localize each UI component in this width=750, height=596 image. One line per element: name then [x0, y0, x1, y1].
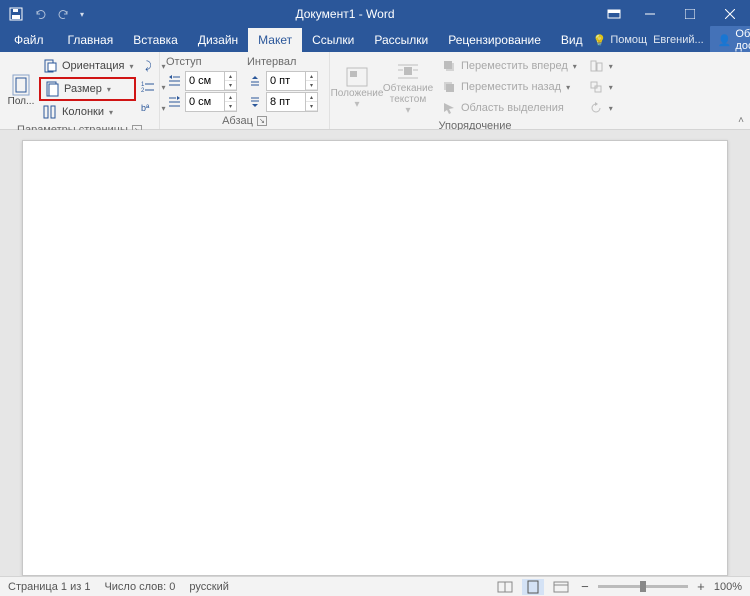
share-button[interactable]: 👤Общий доступ	[710, 26, 750, 54]
svg-text:2: 2	[141, 88, 145, 94]
ribbon-display-icon[interactable]	[598, 0, 630, 28]
status-words[interactable]: Число слов: 0	[104, 581, 175, 593]
window-title: Документ1 - Word	[92, 7, 598, 21]
selection-pane-icon	[441, 100, 457, 116]
tab-references[interactable]: Ссылки	[302, 28, 364, 52]
position-button: Положение▾	[336, 56, 378, 118]
indent-left-input[interactable]: ▴▾	[185, 71, 237, 91]
status-page[interactable]: Страница 1 из 1	[8, 581, 90, 593]
rotate-button: ▾	[585, 98, 616, 118]
columns-icon	[42, 104, 58, 120]
group-objects-button: ▾	[585, 77, 616, 97]
document-page[interactable]	[22, 140, 728, 576]
share-icon: 👤	[718, 34, 732, 47]
selection-pane-button: Область выделения	[438, 98, 580, 118]
space-before-icon	[247, 73, 263, 89]
tab-view[interactable]: Вид	[551, 28, 593, 52]
tab-design[interactable]: Дизайн	[188, 28, 248, 52]
indent-right-input[interactable]: ▴▾	[185, 92, 237, 112]
send-backward-button: Переместить назад▾	[438, 77, 580, 97]
tab-mailings[interactable]: Рассылки	[364, 28, 438, 52]
orientation-icon	[42, 58, 58, 74]
indent-right-icon	[166, 94, 182, 110]
tab-insert[interactable]: Вставка	[123, 28, 188, 52]
space-after-icon	[247, 94, 263, 110]
orientation-button[interactable]: Ориентация▾	[39, 56, 136, 76]
zoom-out-button[interactable]: −	[578, 579, 592, 594]
space-before-input[interactable]: ▴▾	[266, 71, 318, 91]
size-icon	[44, 81, 60, 97]
ribbon-tabs: Файл Главная Вставка Дизайн Макет Ссылки…	[0, 28, 750, 52]
group-icon	[588, 79, 604, 95]
hyphenation-icon: bª	[140, 100, 156, 116]
align-icon	[588, 58, 604, 74]
align-button: ▾	[585, 56, 616, 76]
space-after-input[interactable]: ▴▾	[266, 92, 318, 112]
undo-icon[interactable]	[32, 6, 48, 22]
margins-icon	[7, 74, 35, 96]
maximize-button[interactable]	[670, 0, 710, 28]
svg-text:bª: bª	[141, 103, 150, 113]
statusbar: Страница 1 из 1 Число слов: 0 русский − …	[0, 576, 750, 596]
tell-me[interactable]: 💡Помощ	[593, 34, 647, 47]
redo-icon[interactable]	[56, 6, 72, 22]
zoom-level[interactable]: 100%	[714, 581, 742, 593]
zoom-in-button[interactable]: +	[694, 579, 708, 594]
line-numbers-icon: 12	[140, 79, 156, 95]
group-paragraph: Отступ ▴▾ ▴▾ Интервал ▴▾ ▴▾	[160, 52, 330, 129]
margins-button[interactable]: Пол...	[6, 56, 36, 122]
wrap-text-icon	[394, 61, 422, 83]
account-user[interactable]: Евгений...	[653, 34, 704, 46]
close-button[interactable]	[710, 0, 750, 28]
qat-customize-icon[interactable]: ▾	[80, 10, 84, 19]
document-area	[0, 130, 750, 576]
view-print-layout-button[interactable]	[522, 579, 544, 595]
collapse-ribbon-button[interactable]: ˄	[738, 115, 744, 126]
bring-forward-icon	[441, 58, 457, 74]
paragraph-launcher[interactable]: ↘	[257, 116, 267, 126]
breaks-icon: ⤸	[140, 58, 156, 74]
tab-review[interactable]: Рецензирование	[438, 28, 551, 52]
tab-layout[interactable]: Макет	[248, 28, 302, 52]
tab-file[interactable]: Файл	[0, 28, 58, 52]
group-arrange: Положение▾ Обтекание текстом▾ Переместит…	[330, 52, 620, 129]
lightbulb-icon: 💡	[593, 34, 607, 47]
wrap-text-button: Обтекание текстом▾	[381, 56, 435, 118]
save-icon[interactable]	[8, 6, 24, 22]
minimize-button[interactable]	[630, 0, 670, 28]
view-read-mode-button[interactable]	[494, 579, 516, 595]
bring-forward-button: Переместить вперед▾	[438, 56, 580, 76]
view-web-layout-button[interactable]	[550, 579, 572, 595]
size-button-highlight: Размер▾	[39, 77, 136, 101]
titlebar: ▾ Документ1 - Word	[0, 0, 750, 28]
columns-button[interactable]: Колонки▾	[39, 102, 136, 122]
tab-home[interactable]: Главная	[58, 28, 124, 52]
status-language[interactable]: русский	[189, 581, 228, 593]
rotate-icon	[588, 100, 604, 116]
indent-left-icon	[166, 73, 182, 89]
send-backward-icon	[441, 79, 457, 95]
zoom-slider[interactable]	[598, 585, 688, 588]
position-icon	[343, 66, 371, 88]
group-page-setup: Пол... Ориентация▾ Размер▾ Колонки▾	[0, 52, 160, 129]
size-button[interactable]: Размер▾	[41, 79, 134, 99]
ribbon: Пол... Ориентация▾ Размер▾ Колонки▾	[0, 52, 750, 130]
